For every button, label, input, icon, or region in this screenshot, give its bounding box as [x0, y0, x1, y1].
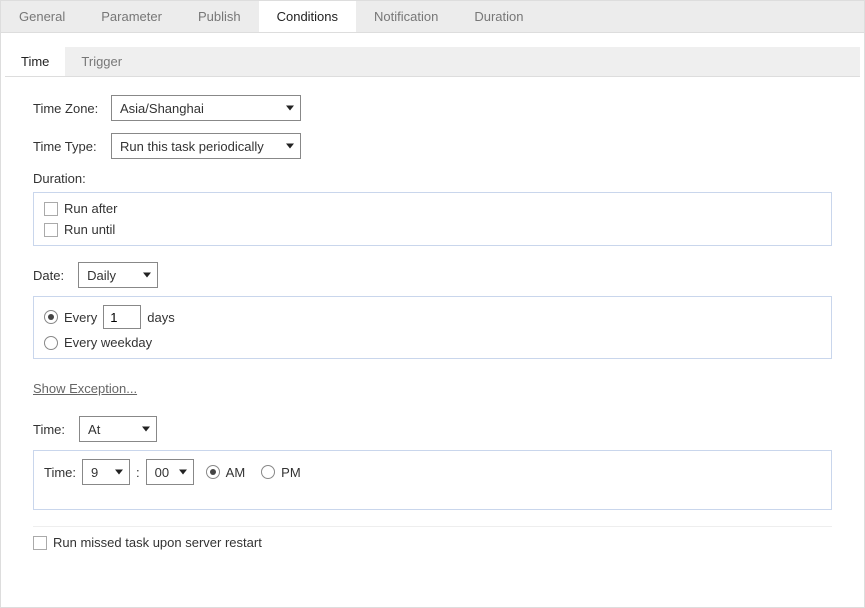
label-time-inner: Time:: [44, 465, 76, 480]
select-time-mode[interactable]: At: [79, 416, 157, 442]
select-time-type-value: Run this task periodically: [120, 139, 264, 154]
label-date: Date:: [33, 268, 70, 283]
select-minute-value: 00: [155, 465, 169, 480]
radio-am[interactable]: [206, 465, 220, 479]
dropdown-arrow-icon: [286, 106, 294, 111]
radio-pm[interactable]: [261, 465, 275, 479]
label-every-weekday: Every weekday: [64, 335, 152, 350]
label-duration: Duration:: [33, 171, 832, 186]
dropdown-arrow-icon: [179, 470, 187, 475]
time-colon: :: [136, 465, 140, 480]
select-time-zone-value: Asia/Shanghai: [120, 101, 204, 116]
main-tabs: General Parameter Publish Conditions Not…: [1, 1, 864, 33]
checkbox-run-after[interactable]: [44, 202, 58, 216]
radio-every-weekday[interactable]: [44, 336, 58, 350]
select-hour[interactable]: 9: [82, 459, 130, 485]
checkbox-run-missed[interactable]: [33, 536, 47, 550]
link-show-exception[interactable]: Show Exception...: [33, 381, 137, 396]
label-time-type: Time Type:: [33, 139, 111, 154]
label-time: Time:: [33, 422, 71, 437]
tab-conditions[interactable]: Conditions: [259, 1, 356, 32]
dropdown-arrow-icon: [143, 273, 151, 278]
label-run-until: Run until: [64, 222, 115, 237]
time-box: Time: 9 : 00 AM PM: [33, 450, 832, 510]
select-date-mode[interactable]: Daily: [78, 262, 158, 288]
dropdown-arrow-icon: [115, 470, 123, 475]
divider: [33, 526, 832, 527]
checkbox-run-until[interactable]: [44, 223, 58, 237]
tab-publish[interactable]: Publish: [180, 1, 259, 32]
tab-notification[interactable]: Notification: [356, 1, 456, 32]
label-every-prefix: Every: [64, 310, 97, 325]
select-time-mode-value: At: [88, 422, 100, 437]
dropdown-arrow-icon: [142, 427, 150, 432]
label-run-after: Run after: [64, 201, 117, 216]
select-time-type[interactable]: Run this task periodically: [111, 133, 301, 159]
date-box: Every days Every weekday: [33, 296, 832, 359]
sub-tab-trigger[interactable]: Trigger: [65, 47, 138, 76]
dropdown-arrow-icon: [286, 144, 294, 149]
label-am: AM: [226, 465, 246, 480]
duration-box: Run after Run until: [33, 192, 832, 246]
input-every-days[interactable]: [103, 305, 141, 329]
label-every-suffix: days: [147, 310, 174, 325]
select-hour-value: 9: [91, 465, 98, 480]
radio-every-days[interactable]: [44, 310, 58, 324]
tab-duration[interactable]: Duration: [456, 1, 541, 32]
select-time-zone[interactable]: Asia/Shanghai: [111, 95, 301, 121]
sub-tabs: Time Trigger: [5, 47, 860, 77]
tab-general[interactable]: General: [1, 1, 83, 32]
select-date-mode-value: Daily: [87, 268, 116, 283]
label-pm: PM: [281, 465, 301, 480]
tab-parameter[interactable]: Parameter: [83, 1, 180, 32]
label-run-missed: Run missed task upon server restart: [53, 535, 262, 550]
label-time-zone: Time Zone:: [33, 101, 111, 116]
sub-tab-time[interactable]: Time: [5, 47, 65, 76]
select-minute[interactable]: 00: [146, 459, 194, 485]
